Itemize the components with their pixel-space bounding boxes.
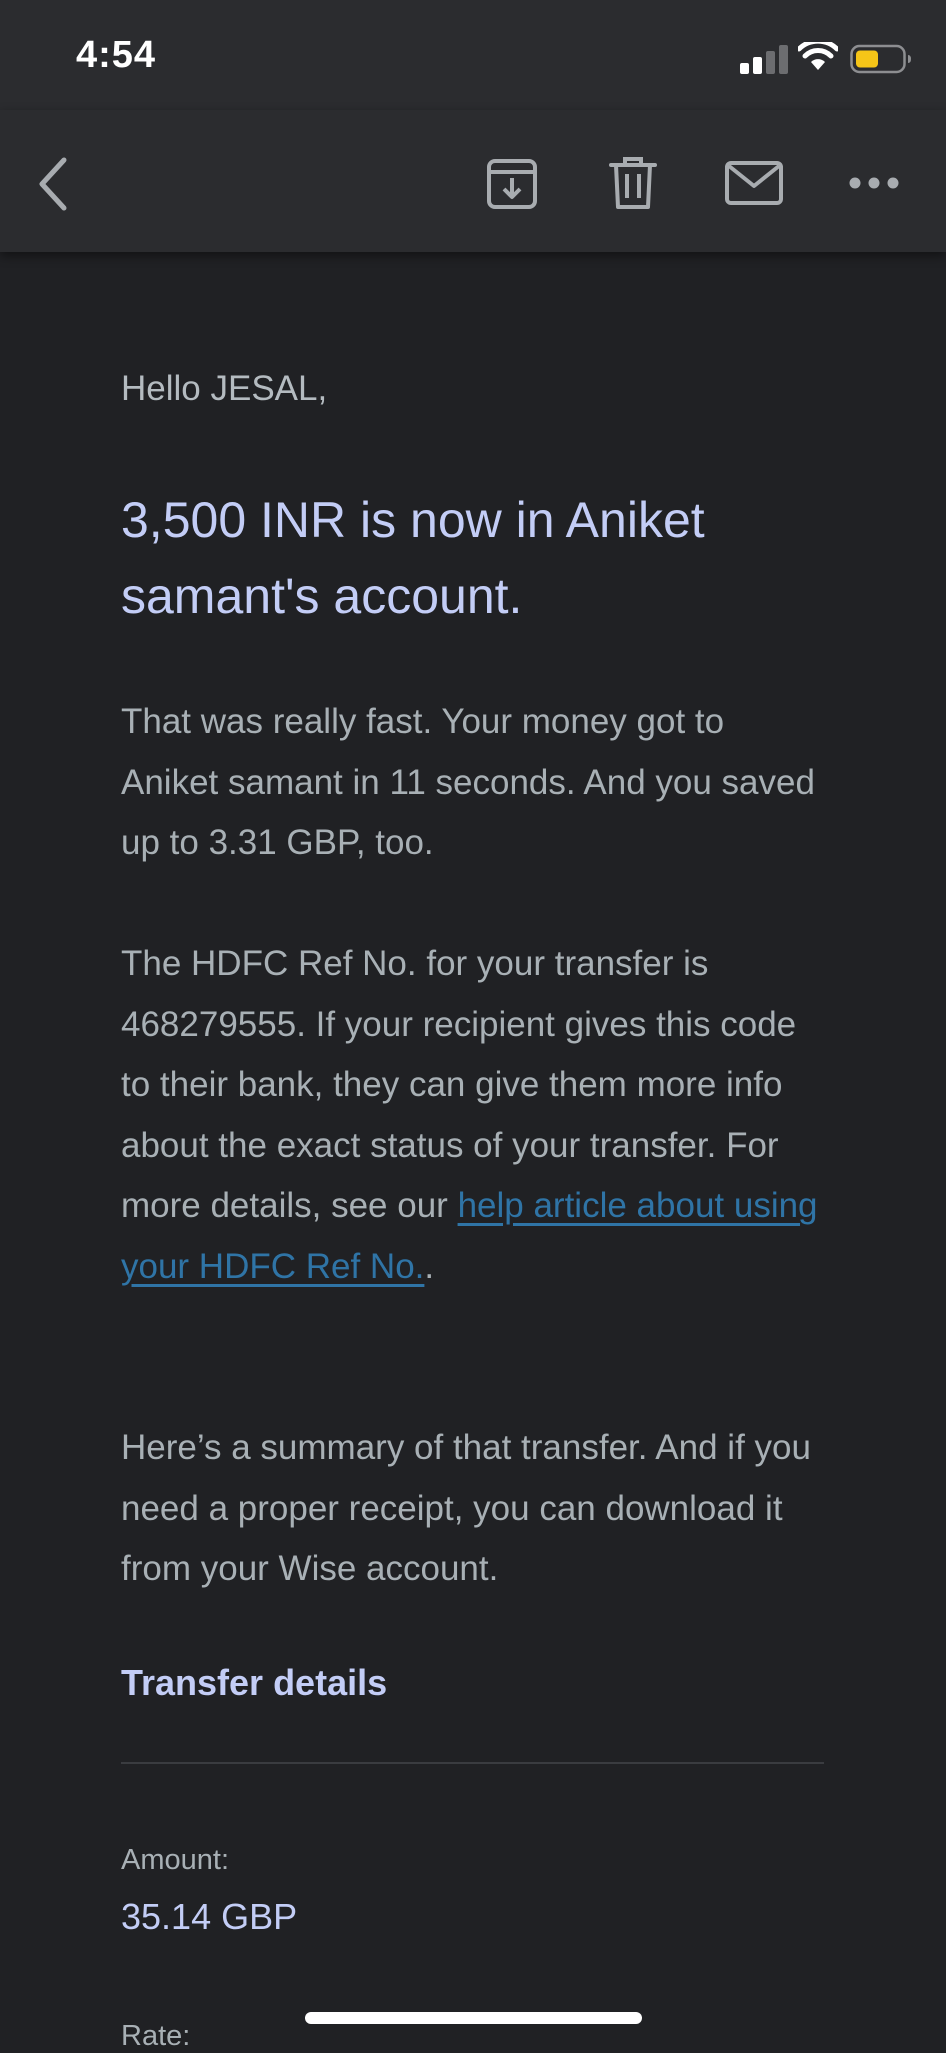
wifi-icon [798, 42, 838, 70]
ref-no-period: . [424, 1246, 435, 1286]
email-headline: 3,500 INR is now in Aniket samant's acco… [121, 492, 705, 624]
email-toolbar [0, 110, 946, 252]
trash-icon[interactable] [608, 156, 658, 210]
status-time: 4:54 [76, 34, 157, 76]
chevron-left-icon[interactable] [34, 154, 74, 214]
email-greeting: Hello JESAL, [121, 369, 328, 408]
ref-no-text: The HDFC Ref No. for your transfer is 46… [121, 944, 797, 1225]
rate-label: Rate: [121, 2020, 191, 2052]
cellular-signal-icon [740, 44, 788, 74]
amount-value: 35.14 GBP [121, 1896, 298, 1937]
status-bar: 4:54 [0, 0, 946, 110]
battery-icon [850, 44, 911, 74]
transfer-details-heading: Transfer details [121, 1662, 388, 1703]
email-paragraph-speed: That was really fast. Your money got to … [121, 702, 815, 862]
email-paragraph-summary: Here’s a summary of that transfer. And i… [121, 1428, 811, 1588]
more-horizontal-icon[interactable] [848, 170, 900, 196]
section-divider [121, 1762, 824, 1764]
amount-label: Amount: [121, 1844, 229, 1876]
archive-icon[interactable] [486, 158, 538, 210]
home-indicator[interactable] [305, 2012, 642, 2024]
email-paragraph-ref-no: The HDFC Ref No. for your transfer is 46… [121, 934, 826, 1297]
mail-icon[interactable] [724, 160, 784, 206]
